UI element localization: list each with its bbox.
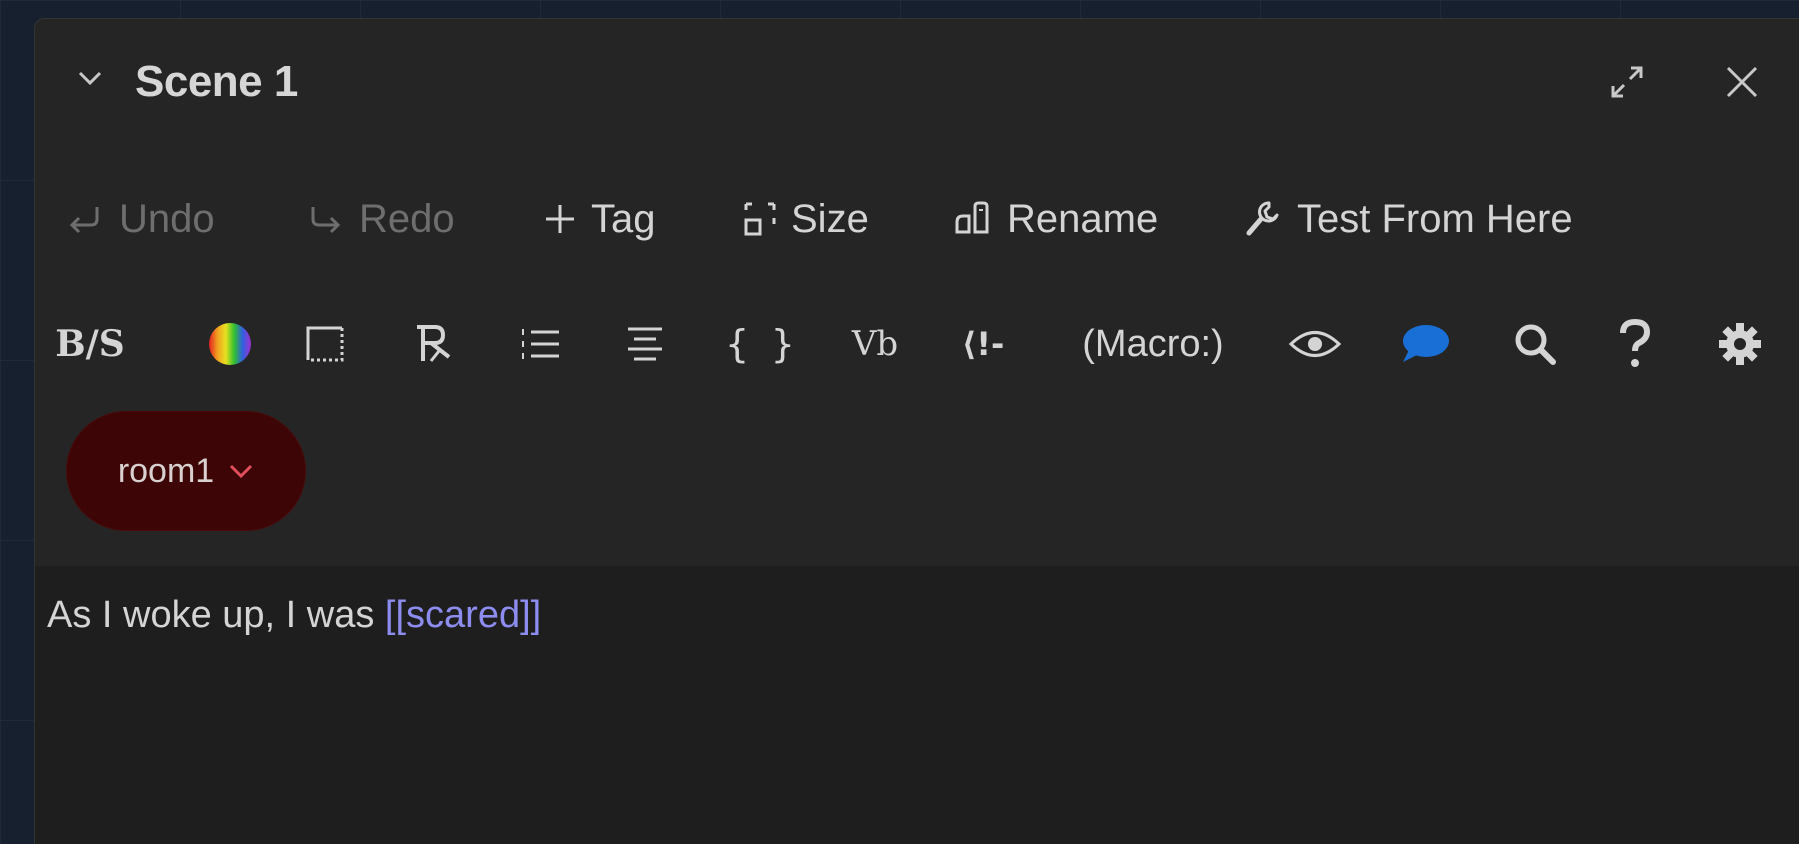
- tag-label: room1: [117, 451, 215, 490]
- settings-button[interactable]: [1705, 309, 1775, 379]
- size-icon: [744, 202, 776, 236]
- format-toolbar: B/S {} Vb ⟨!- (Macro:): [35, 309, 1799, 379]
- redo-icon: [311, 207, 341, 234]
- eye-icon: [1288, 331, 1342, 357]
- size-label: Size: [791, 196, 869, 241]
- gear-icon: [1719, 323, 1761, 365]
- dialog-title: Scene 1: [135, 57, 298, 106]
- hook-icon: [417, 325, 451, 362]
- chevron-down-icon: [78, 71, 102, 86]
- redo-label: Redo: [359, 196, 455, 241]
- passage-edit-dialog: Scene 1 Undo Redo Tag Size Rename Test F…: [34, 18, 1799, 844]
- search-icon: [1515, 324, 1556, 365]
- tag-pill-room1[interactable]: room1: [66, 411, 306, 531]
- undo-button[interactable]: Undo: [65, 184, 215, 254]
- rename-label: Rename: [1007, 196, 1159, 241]
- bold-strike-icon: B/S: [55, 323, 125, 365]
- help-button[interactable]: [1600, 309, 1670, 379]
- dialog-titlebar: Scene 1: [35, 19, 1799, 149]
- redo-button[interactable]: Redo: [305, 184, 455, 254]
- bold-strike-button[interactable]: B/S: [55, 309, 125, 379]
- border-button[interactable]: [290, 309, 360, 379]
- align-button[interactable]: [610, 309, 680, 379]
- close-button[interactable]: [1717, 57, 1767, 107]
- add-tag-button[interactable]: Tag: [543, 184, 656, 254]
- undo-icon: [69, 207, 99, 234]
- maximize-icon: [1611, 66, 1643, 98]
- macro-icon: (Macro:): [1082, 322, 1224, 365]
- passage-link: [[scared]]: [384, 594, 542, 636]
- hook-button[interactable]: [397, 309, 467, 379]
- rename-icon: [955, 201, 989, 234]
- preview-button[interactable]: [1275, 309, 1355, 379]
- chevron-down-icon[interactable]: [228, 463, 254, 479]
- tag-label: Tag: [591, 196, 656, 241]
- help-icon: [1620, 319, 1651, 367]
- list-icon: [522, 329, 559, 359]
- macro-button[interactable]: (Macro:): [1053, 309, 1253, 379]
- passage-toolbar: Undo Redo Tag Size Rename Test From Here: [35, 184, 1799, 254]
- comment-button[interactable]: ⟨!-: [943, 309, 1023, 379]
- braces-icon: { }: [725, 322, 795, 366]
- test-from-here-button[interactable]: Test From Here: [1243, 184, 1573, 254]
- list-button[interactable]: [505, 309, 575, 379]
- dialogue-button[interactable]: [1385, 309, 1465, 379]
- variable-button[interactable]: Vb: [835, 309, 915, 379]
- passage-plain-text: As I woke up, I was: [47, 594, 385, 636]
- passage-text-editor[interactable]: As I woke up, I was [[scared]]: [35, 566, 1799, 844]
- braces-button[interactable]: { }: [720, 309, 800, 379]
- collapse-button[interactable]: [73, 61, 107, 95]
- undo-label: Undo: [119, 196, 215, 241]
- wrench-icon: [1246, 201, 1279, 236]
- test-from-here-label: Test From Here: [1297, 196, 1573, 241]
- rename-button[interactable]: Rename: [953, 184, 1158, 254]
- color-button[interactable]: [195, 309, 265, 379]
- maximize-button[interactable]: [1602, 57, 1652, 107]
- speech-bubble-icon: [1403, 325, 1449, 362]
- plus-icon: [546, 205, 574, 233]
- close-icon: [1726, 66, 1758, 98]
- border-icon: [306, 326, 344, 362]
- color-icon: [209, 323, 251, 365]
- align-icon: [628, 327, 662, 361]
- find-button[interactable]: [1495, 309, 1575, 379]
- comment-icon: ⟨!-: [961, 325, 1005, 363]
- passage-text[interactable]: As I woke up, I was [[scared]]: [47, 594, 541, 637]
- variable-icon: Vb: [851, 324, 899, 364]
- size-button[interactable]: Size: [743, 184, 869, 254]
